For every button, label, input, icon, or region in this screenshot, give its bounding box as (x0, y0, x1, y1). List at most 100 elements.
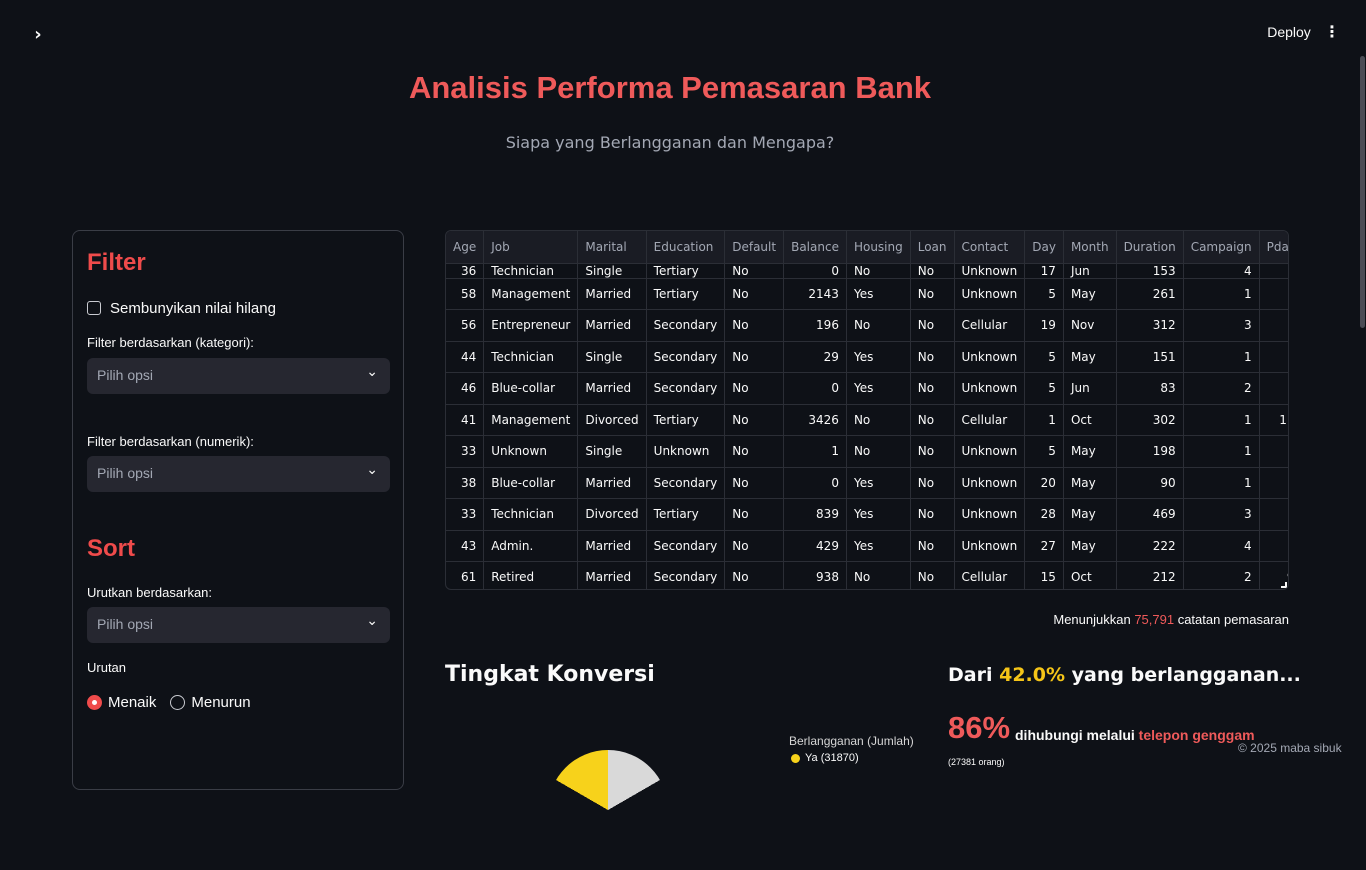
table-cell[interactable]: 839 (783, 498, 847, 531)
table-cell[interactable]: 938 (783, 561, 847, 589)
table-cell[interactable]: 222 (1116, 530, 1184, 562)
table-cell[interactable]: Yes (846, 372, 911, 405)
table-cell[interactable]: No (846, 435, 911, 468)
table-cell[interactable]: Unknown (954, 435, 1026, 468)
table-cell[interactable]: 27 (1024, 530, 1064, 562)
table-cell[interactable]: No (910, 341, 955, 373)
legend-item-yes[interactable]: Ya (31870) (791, 752, 859, 764)
column-header[interactable]: Housing (846, 231, 911, 264)
table-cell[interactable]: 4 (1183, 530, 1260, 562)
table-cell[interactable]: No (846, 404, 911, 436)
column-header[interactable]: Education (646, 231, 726, 264)
table-cell[interactable]: Management (483, 404, 579, 436)
table-cell[interactable]: May (1063, 467, 1117, 499)
table-cell[interactable]: 17 (1024, 263, 1064, 279)
radio-descending-label[interactable]: Menurun (191, 694, 250, 711)
table-cell[interactable]: -1 (1259, 467, 1288, 499)
table-cell[interactable]: -1 (1259, 341, 1288, 373)
table-cell[interactable]: Jun (1063, 263, 1117, 279)
table-cell[interactable]: -1 (1259, 263, 1288, 279)
column-header[interactable]: Age (446, 231, 485, 264)
page-scrollbar[interactable] (1360, 56, 1365, 328)
table-cell[interactable]: No (910, 561, 955, 589)
table-cell[interactable]: No (724, 498, 785, 531)
table-cell[interactable]: 43 (446, 530, 485, 562)
table-cell[interactable]: Yes (846, 498, 911, 531)
table-cell[interactable]: 1 (1183, 435, 1260, 468)
table-cell[interactable]: Unknown (954, 530, 1026, 562)
table-cell[interactable]: 61 (446, 561, 485, 589)
category-filter-select[interactable]: Pilih opsi ⌄ (87, 358, 390, 394)
table-cell[interactable]: Married (577, 561, 647, 589)
table-cell[interactable]: Married (577, 467, 647, 499)
column-header[interactable]: Month (1063, 231, 1117, 264)
table-cell[interactable]: Jun (1063, 372, 1117, 405)
table-cell[interactable]: 3 (1183, 309, 1260, 342)
table-cell[interactable]: Unknown (954, 372, 1026, 405)
expand-sidebar-button[interactable]: › (28, 24, 48, 46)
table-cell[interactable]: Divorced (577, 498, 647, 531)
table-cell[interactable]: 33 (446, 498, 485, 531)
table-cell[interactable]: Secondary (646, 561, 726, 589)
table-cell[interactable]: Yes (846, 530, 911, 562)
table-row[interactable]: 36 Technician Single Tertiary No 0 No No Unknown… (446, 263, 1288, 279)
table-cell[interactable]: 3 (1183, 498, 1260, 531)
column-header[interactable]: Pdays (1259, 231, 1288, 264)
table-cell[interactable]: 5 (1024, 435, 1064, 468)
column-header[interactable]: Balance (783, 231, 847, 264)
table-cell[interactable]: No (724, 309, 785, 342)
table-cell[interactable]: No (910, 498, 955, 531)
table-cell[interactable]: 1 (1183, 341, 1260, 373)
column-header[interactable]: Loan (910, 231, 955, 264)
table-row[interactable]: 43 Admin. Married Secondary No 429 Yes No Unknow… (446, 530, 1288, 562)
table-cell[interactable]: Technician (483, 263, 579, 279)
sort-by-select[interactable]: Pilih opsi ⌄ (87, 607, 390, 643)
table-cell[interactable]: 312 (1116, 309, 1184, 342)
table-cell[interactable]: Unknown (954, 341, 1026, 373)
data-table[interactable]: Age Job Marital Education Default Balance Hous… (445, 230, 1289, 590)
table-cell[interactable]: Blue-collar (483, 467, 579, 499)
table-cell[interactable]: Tertiary (646, 404, 726, 436)
table-cell[interactable]: No (910, 404, 955, 436)
table-cell[interactable]: -1 (1259, 278, 1288, 310)
table-cell[interactable]: Married (577, 278, 647, 310)
table-cell[interactable]: 2 (1183, 561, 1260, 589)
column-header[interactable]: Job (483, 231, 579, 264)
table-cell[interactable]: No (724, 530, 785, 562)
table-cell[interactable]: 0 (783, 263, 847, 279)
table-cell[interactable]: Oct (1063, 561, 1117, 589)
table-cell[interactable]: Married (577, 530, 647, 562)
table-row[interactable]: 41 Management Divorced Tertiary No 3426 No No Ce… (446, 404, 1288, 436)
table-row[interactable]: 33 Technician Divorced Tertiary No 839 Yes No Un… (446, 498, 1288, 531)
table-cell[interactable]: Yes (846, 341, 911, 373)
column-header[interactable]: Duration (1116, 231, 1184, 264)
column-header[interactable]: Default (724, 231, 785, 264)
table-cell[interactable]: Yes (846, 467, 911, 499)
resize-handle-icon[interactable] (1281, 582, 1287, 588)
table-cell[interactable]: No (724, 561, 785, 589)
table-cell[interactable]: No (724, 263, 785, 279)
numeric-filter-select[interactable]: Pilih opsi ⌄ (87, 456, 390, 492)
table-cell[interactable]: No (724, 278, 785, 310)
table-cell[interactable]: 56 (446, 309, 485, 342)
table-cell[interactable]: Management (483, 278, 579, 310)
table-cell[interactable]: May (1063, 498, 1117, 531)
table-cell[interactable]: Secondary (646, 530, 726, 562)
table-cell[interactable]: No (724, 467, 785, 499)
table-cell[interactable]: 302 (1116, 404, 1184, 436)
table-cell[interactable]: No (910, 263, 955, 279)
radio-descending[interactable] (170, 694, 186, 710)
table-cell[interactable]: 1 (1183, 278, 1260, 310)
table-cell[interactable]: Unknown (954, 278, 1026, 310)
table-cell[interactable]: Technician (483, 498, 579, 531)
table-cell[interactable]: 19 (1024, 309, 1064, 342)
table-cell[interactable]: No (846, 263, 911, 279)
table-cell[interactable]: -1 (1259, 435, 1288, 468)
table-row[interactable]: 46 Blue-collar Married Secondary No 0 Yes No Unk… (446, 372, 1288, 405)
table-cell[interactable]: No (724, 404, 785, 436)
table-cell[interactable]: -1 (1259, 498, 1288, 531)
table-cell[interactable]: Secondary (646, 372, 726, 405)
table-cell[interactable]: Cellular (954, 309, 1026, 342)
table-cell[interactable]: Unknown (954, 467, 1026, 499)
table-cell[interactable]: 153 (1116, 263, 1184, 279)
